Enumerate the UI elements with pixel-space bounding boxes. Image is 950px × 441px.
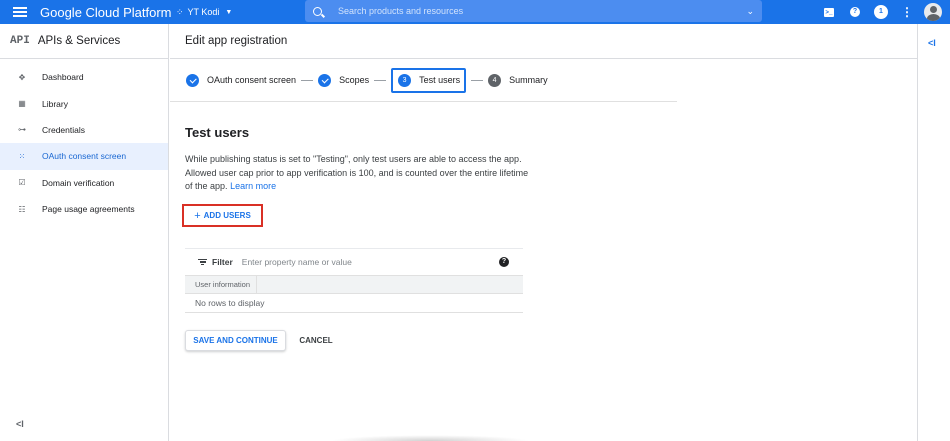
sidebar-item-dashboard[interactable]: ✥ Dashboard (0, 64, 168, 90)
page-title: Edit app registration (170, 24, 917, 59)
sidebar-item-credentials[interactable]: ⊶ Credentials (0, 117, 168, 143)
sidebar-item-domain-verification[interactable]: ☑ Domain verification (0, 170, 168, 196)
table-header-row: User information (185, 275, 523, 294)
step-divider (374, 79, 387, 81)
section-title: Test users (185, 125, 250, 140)
stepper: OAuth consent screen Scopes 3 Test users… (170, 59, 677, 102)
sidebar-item-page-usage[interactable]: ☷ Page usage agreements (0, 196, 168, 222)
sidebar-item-label: OAuth consent screen (42, 151, 127, 162)
sidebar-item-label: Credentials (42, 124, 85, 135)
scroll-shadow (330, 435, 530, 441)
search-icon (313, 6, 322, 16)
hamburger-icon (13, 7, 27, 17)
sidebar-item-label: Domain verification (42, 177, 115, 188)
help-icon[interactable]: ? (499, 257, 509, 267)
plus-icon: + (194, 209, 201, 222)
save-and-continue-button[interactable]: SAVE AND CONTINUE (185, 330, 286, 351)
help-icon: ? (850, 7, 860, 17)
notifications-button[interactable]: 1 (868, 0, 894, 24)
step-summary[interactable]: 4 Summary (488, 73, 548, 87)
settings-list-icon: ☷ (18, 204, 26, 214)
help-button[interactable]: ? (842, 0, 868, 24)
key-icon: ⊶ (18, 125, 26, 135)
sidebar-item-oauth-consent[interactable]: ⁙ OAuth consent screen (0, 143, 168, 170)
add-users-label: ADD USERS (203, 211, 251, 220)
top-app-bar: Google Cloud Platform ⁘ YT Kodi ▼ ⌄ >_ ?… (0, 0, 950, 24)
more-vert-icon: ⋮ (901, 5, 913, 19)
api-logo: API (10, 35, 30, 47)
sidebar-title: APIs & Services (37, 35, 121, 47)
search-input[interactable] (338, 6, 747, 16)
sidebar-item-label: Page usage agreements (42, 204, 135, 215)
sidebar-item-label: Dashboard (42, 72, 84, 83)
library-icon: ▦ (18, 99, 26, 109)
search-bar[interactable]: ⌄ (305, 0, 762, 22)
top-bar-actions: >_ ? 1 ⋮ (816, 0, 950, 24)
filter-bar: Filter ? (185, 248, 523, 275)
filter-label: Filter (212, 257, 233, 267)
section-description: While publishing status is set to "Testi… (185, 153, 530, 194)
notification-badge: 1 (874, 5, 888, 19)
step-number-badge: 3 (398, 73, 412, 87)
main-content: Edit app registration OAuth consent scre… (170, 24, 917, 441)
table-empty-row: No rows to display (185, 294, 523, 313)
add-users-button[interactable]: + ADD USERS (182, 204, 263, 227)
step-test-users[interactable]: 3 Test users (391, 67, 467, 93)
step-label: Summary (509, 75, 548, 85)
cloud-shell-button[interactable]: >_ (816, 0, 842, 24)
brand-title[interactable]: Google Cloud Platform (40, 5, 176, 20)
expand-panel-button[interactable]: <I (928, 38, 936, 48)
cancel-button[interactable]: CANCEL (292, 330, 340, 351)
sidebar-header: API APIs & Services (0, 24, 168, 59)
column-header-user-information[interactable]: User information (185, 276, 257, 293)
step-oauth-consent[interactable]: OAuth consent screen (186, 73, 297, 87)
project-selector[interactable]: ⁘ YT Kodi ▼ (176, 7, 294, 18)
step-divider (301, 79, 314, 81)
project-nodes-icon: ⁘ (176, 6, 184, 17)
check-circle-icon (186, 73, 199, 87)
project-name: YT Kodi (187, 7, 220, 17)
check-circle-icon (318, 73, 332, 87)
main-menu-button[interactable] (0, 0, 40, 24)
dashboard-icon: ✥ (18, 72, 26, 82)
collapse-sidebar-button[interactable]: <I (16, 419, 24, 429)
more-options-button[interactable]: ⋮ (894, 0, 920, 24)
right-info-panel: <I (917, 24, 950, 441)
filter-input[interactable] (241, 257, 472, 267)
sidebar-item-label: Library (42, 98, 68, 109)
step-label: Scopes (339, 75, 370, 85)
filter-icon (198, 258, 207, 266)
step-number-badge: 4 (488, 73, 502, 87)
step-scopes[interactable]: Scopes (318, 73, 370, 87)
consent-icon: ⁙ (18, 151, 26, 161)
domain-icon: ☑ (18, 178, 26, 188)
chevron-down-icon[interactable]: ⌄ (746, 6, 754, 17)
learn-more-link[interactable]: Learn more (230, 181, 276, 191)
step-label: OAuth consent screen (207, 75, 297, 85)
sidebar-item-library[interactable]: ▦ Library (0, 90, 168, 116)
terminal-icon: >_ (824, 7, 834, 17)
step-divider (471, 79, 484, 81)
caret-down-icon: ▼ (225, 8, 233, 16)
step-label: Test users (419, 75, 461, 85)
account-avatar[interactable] (924, 3, 942, 21)
sidebar: API APIs & Services ✥ Dashboard ▦ Librar… (0, 24, 169, 441)
